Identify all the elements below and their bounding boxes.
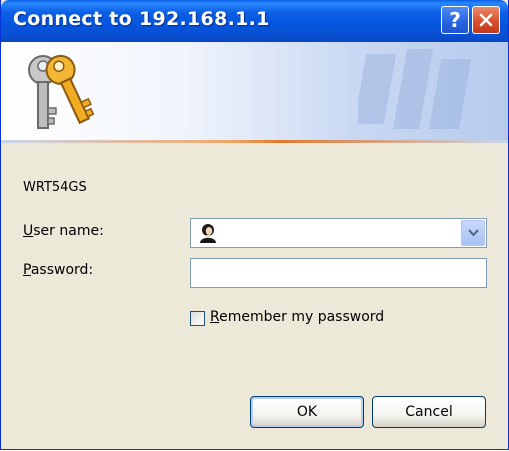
banner-watermark (358, 49, 472, 129)
remember-password-checkbox[interactable] (190, 311, 205, 326)
remember-password-label[interactable]: Remember my password (210, 309, 384, 325)
keys-icon (28, 54, 95, 129)
user-icon (200, 224, 216, 243)
username-label-text: ser name: (33, 223, 104, 239)
banner-divider (1, 140, 508, 143)
close-icon (479, 13, 493, 27)
password-label: Password: (23, 262, 93, 278)
username-combobox[interactable] (190, 218, 487, 248)
device-name: WRT54GS (23, 180, 87, 195)
password-label-text: assword: (30, 262, 94, 278)
username-dropdown-button[interactable] (461, 220, 485, 246)
title-bar[interactable]: Connect to 192.168.1.1 ? (1, 0, 508, 42)
login-dialog: Connect to 192.168.1.1 ? WRT54GS User na… (0, 0, 509, 450)
help-button[interactable]: ? (441, 6, 469, 34)
password-input[interactable] (190, 258, 487, 288)
remember-label-mnemonic: R (210, 309, 220, 325)
remember-label-text: emember my password (219, 309, 385, 325)
username-input[interactable] (225, 219, 455, 247)
username-label-mnemonic: U (23, 223, 34, 239)
username-label: User name: (23, 223, 104, 239)
cancel-button[interactable]: Cancel (372, 396, 486, 428)
chevron-down-icon (468, 229, 479, 237)
ok-button[interactable]: OK (250, 396, 364, 428)
close-button[interactable] (472, 6, 500, 34)
window-title: Connect to 192.168.1.1 (13, 8, 270, 30)
password-label-mnemonic: P (23, 262, 31, 278)
